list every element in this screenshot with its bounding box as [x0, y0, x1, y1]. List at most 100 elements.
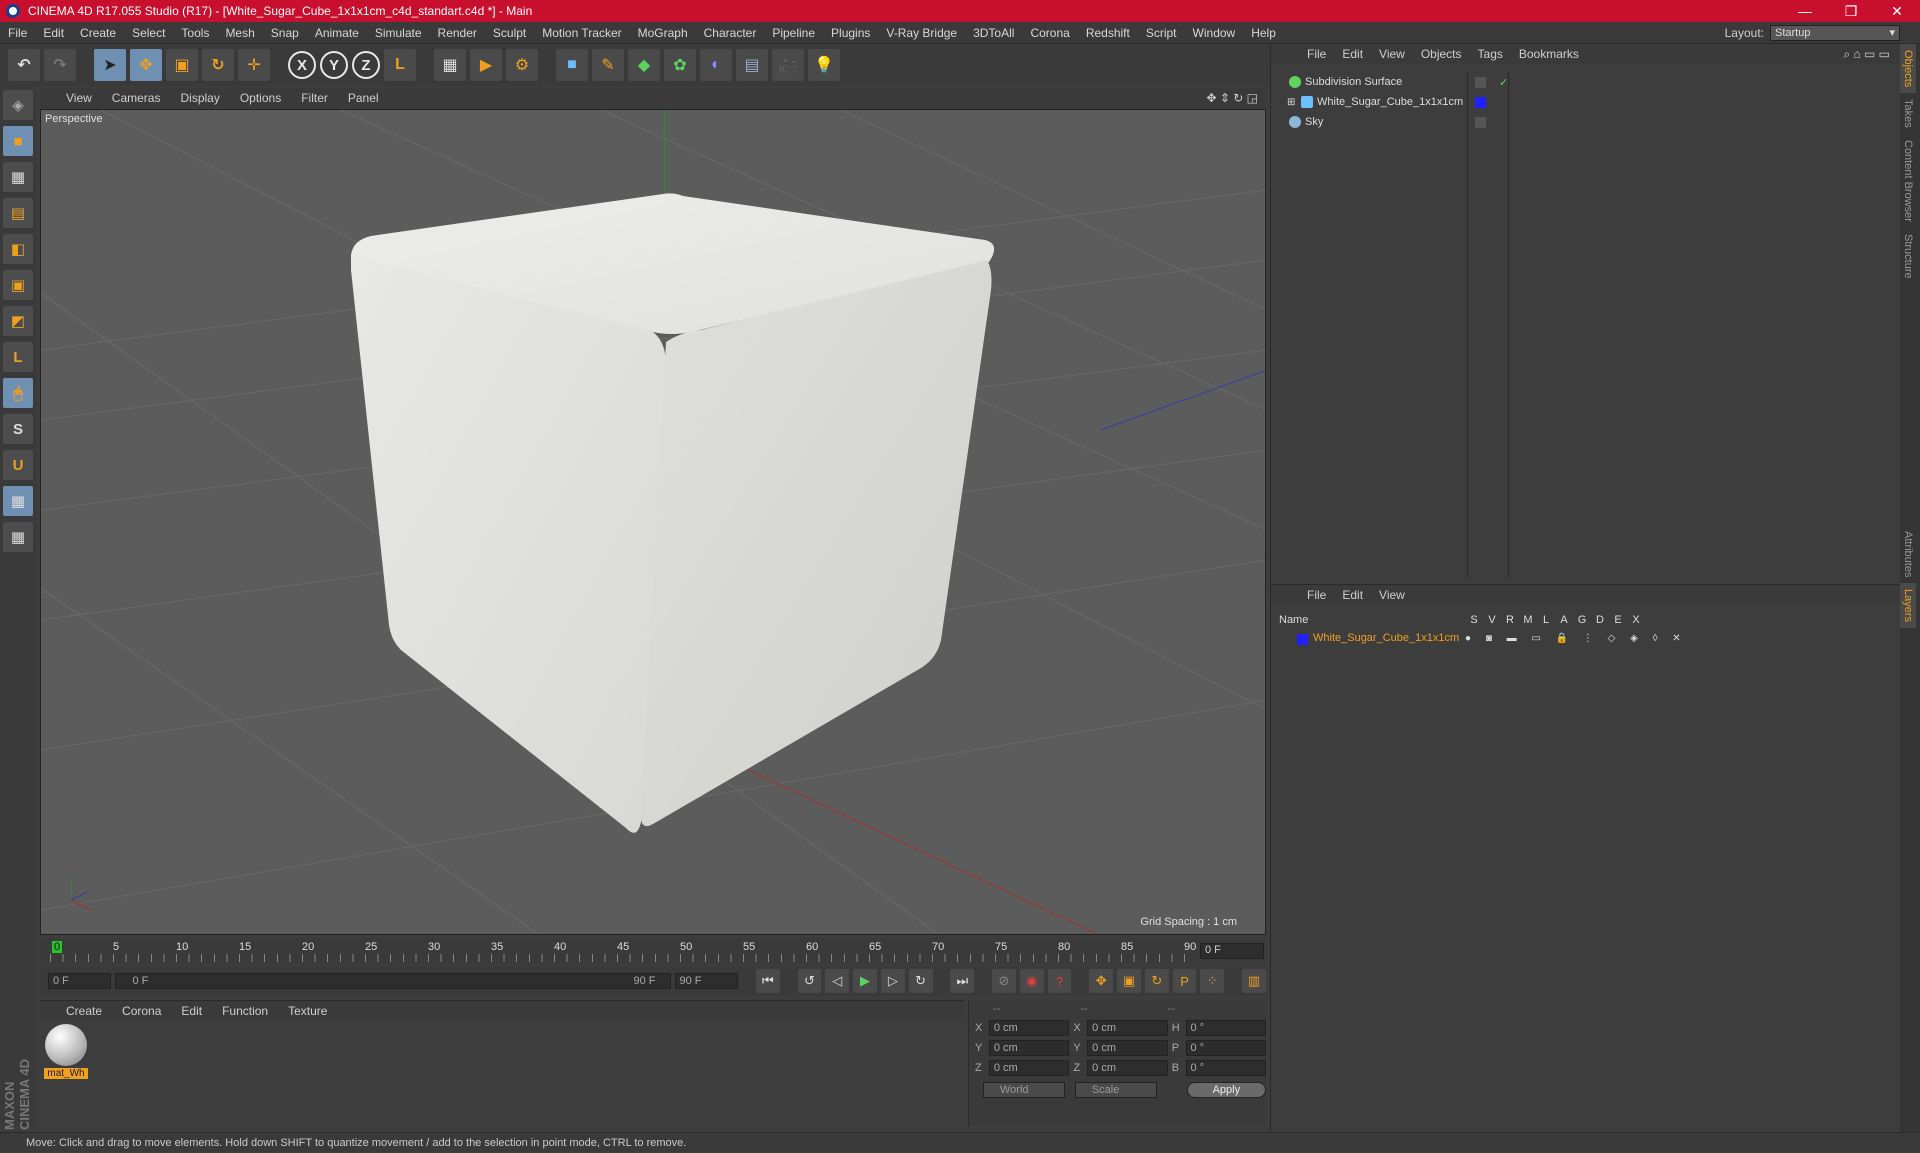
obj-menu-edit[interactable]: Edit: [1342, 47, 1363, 61]
menu-corona[interactable]: Corona: [1022, 26, 1077, 40]
redo-icon[interactable]: ↷: [44, 49, 76, 81]
expand-icon[interactable]: ⊞: [1287, 97, 1295, 108]
sugar-cube-model[interactable]: [351, 193, 995, 833]
key-pla-icon[interactable]: ⁘: [1200, 969, 1225, 993]
size-x-field[interactable]: 0 cm: [1087, 1020, 1168, 1036]
material-menu-texture[interactable]: Texture: [288, 1004, 327, 1018]
points-mode-icon[interactable]: ◧: [3, 234, 33, 264]
model-mode-icon[interactable]: ■: [3, 126, 33, 156]
end-frame-field[interactable]: 90 F: [674, 973, 738, 989]
editor-visibility-icon[interactable]: [1475, 76, 1486, 88]
layer-menu-view[interactable]: View: [1379, 588, 1405, 602]
viewport-menu-cameras[interactable]: Cameras: [112, 91, 161, 105]
snap-icon[interactable]: S: [3, 414, 33, 444]
x-axis-lock-icon[interactable]: X: [288, 51, 316, 79]
obj-menu-bookmarks[interactable]: Bookmarks: [1519, 47, 1579, 61]
object-row-sugar-cube[interactable]: ⊞ White_Sugar_Cube_1x1x1cm: [1275, 92, 1889, 112]
obj-menu-file[interactable]: File: [1307, 47, 1326, 61]
menu-motion-tracker[interactable]: Motion Tracker: [534, 26, 629, 40]
render-settings-icon[interactable]: ⚙: [506, 49, 538, 81]
rotation-h-field[interactable]: 0 °: [1185, 1020, 1267, 1036]
obj-menu-objects[interactable]: Objects: [1421, 47, 1462, 61]
menu-render[interactable]: Render: [430, 26, 485, 40]
render-picture-viewer-icon[interactable]: ▶: [470, 49, 502, 81]
scale-tool-icon[interactable]: ▣: [166, 49, 198, 81]
enabled-check-icon[interactable]: ✓: [1499, 76, 1508, 89]
grid-snap-icon[interactable]: ▦: [3, 522, 33, 552]
tab-layers[interactable]: Layers: [1900, 583, 1916, 629]
go-to-end-icon[interactable]: ⏭: [950, 969, 975, 993]
camera-icon[interactable]: 🎥: [772, 49, 804, 81]
workplane-lock-icon[interactable]: ▦: [3, 486, 33, 516]
light-icon[interactable]: 💡: [808, 49, 840, 81]
close-button[interactable]: ✕: [1874, 3, 1920, 20]
material-menu-create[interactable]: Create: [66, 1004, 102, 1018]
menu-redshift[interactable]: Redshift: [1078, 26, 1138, 40]
timeline-window-icon[interactable]: ▥: [1242, 969, 1266, 993]
subdivision-surface-icon[interactable]: ◆: [628, 49, 660, 81]
object-row-subdivision-surface[interactable]: Subdivision Surface ✓: [1275, 72, 1889, 92]
menu-edit[interactable]: Edit: [35, 26, 72, 40]
size-y-field[interactable]: 0 cm: [1087, 1040, 1168, 1056]
material-menu-corona[interactable]: Corona: [122, 1004, 161, 1018]
menu-3dtoall[interactable]: 3DToAll: [965, 26, 1022, 40]
menu-select[interactable]: Select: [124, 26, 173, 40]
key-rotation-icon[interactable]: ↻: [1144, 969, 1169, 993]
timeline-ruler[interactable]: 0 5 10 15 20 25 30 35 40 45 50 55 60 65 …: [40, 938, 1266, 964]
menu-script[interactable]: Script: [1138, 26, 1185, 40]
menu-help[interactable]: Help: [1243, 26, 1284, 40]
position-z-field[interactable]: 0 cm: [988, 1060, 1070, 1076]
minimize-button[interactable]: —: [1782, 3, 1828, 19]
coordinate-mode-dropdown[interactable]: World: [983, 1082, 1065, 1098]
polygons-mode-icon[interactable]: ◩: [3, 306, 33, 336]
tab-objects[interactable]: Objects: [1900, 44, 1916, 94]
menu-simulate[interactable]: Simulate: [367, 26, 430, 40]
magnet-icon[interactable]: U: [3, 450, 33, 480]
key-position-icon[interactable]: ✥: [1089, 969, 1114, 993]
rotation-p-field[interactable]: 0 °: [1185, 1040, 1267, 1056]
workplane-icon[interactable]: ▤: [3, 198, 33, 228]
menu-mograph[interactable]: MoGraph: [630, 26, 696, 40]
menu-vray-bridge[interactable]: V-Ray Bridge: [878, 26, 965, 40]
tab-structure[interactable]: Structure: [1900, 228, 1916, 285]
key-scale-icon[interactable]: ▣: [1117, 969, 1141, 993]
tab-takes[interactable]: Takes: [1900, 93, 1916, 134]
y-axis-lock-icon[interactable]: Y: [320, 51, 348, 79]
menu-create[interactable]: Create: [72, 26, 124, 40]
search-icon[interactable]: ⌕ ⌂ ▭ ▭: [1843, 47, 1900, 62]
menu-snap[interactable]: Snap: [263, 26, 307, 40]
frame-range-slider[interactable]: 0 F 90 F: [115, 973, 671, 989]
viewport-menu-options[interactable]: Options: [240, 91, 281, 105]
position-x-field[interactable]: 0 cm: [988, 1020, 1070, 1036]
tab-attributes[interactable]: Attributes: [1900, 525, 1916, 583]
axis-mode-icon[interactable]: L: [3, 342, 33, 372]
viewport-menu-filter[interactable]: Filter: [301, 91, 328, 105]
move-tool-icon[interactable]: ✥: [130, 49, 162, 81]
material-menu-function[interactable]: Function: [222, 1004, 268, 1018]
obj-menu-tags[interactable]: Tags: [1478, 47, 1503, 61]
menu-file[interactable]: File: [0, 26, 35, 40]
viewport-menu-display[interactable]: Display: [180, 91, 219, 105]
editor-visibility-icon[interactable]: [1475, 116, 1486, 128]
material-menu-edit[interactable]: Edit: [181, 1004, 202, 1018]
select-tool-icon[interactable]: ➤: [94, 49, 126, 81]
layer-row[interactable]: White_Sugar_Cube_1x1x1cm ● ◙ ▬ ▭ 🔒 ⋮ ◇ ◈…: [1275, 629, 1889, 647]
size-z-field[interactable]: 0 cm: [1087, 1060, 1168, 1076]
viewport-menu-view[interactable]: View: [66, 91, 92, 105]
apply-button[interactable]: Apply: [1186, 1082, 1267, 1098]
menu-window[interactable]: Window: [1185, 26, 1244, 40]
make-editable-icon[interactable]: ◈: [3, 90, 33, 120]
menu-plugins[interactable]: Plugins: [823, 26, 878, 40]
object-row-sky[interactable]: Sky: [1275, 112, 1889, 132]
recent-tool-icon[interactable]: ✛: [238, 49, 270, 81]
next-frame-icon[interactable]: ▷: [880, 969, 905, 993]
previous-key-icon[interactable]: ↺: [797, 969, 822, 993]
material-thumbnail[interactable]: mat_Wh: [44, 1024, 88, 1084]
menu-character[interactable]: Character: [696, 26, 765, 40]
autokey-icon[interactable]: ◉: [1019, 969, 1044, 993]
perspective-viewport[interactable]: Perspective Grid Spacing : 1 cm: [40, 109, 1266, 935]
rotate-tool-icon[interactable]: ↻: [202, 49, 234, 81]
size-mode-dropdown[interactable]: Scale: [1074, 1082, 1157, 1098]
play-icon[interactable]: ▶: [853, 969, 877, 993]
position-y-field[interactable]: 0 cm: [988, 1040, 1070, 1056]
